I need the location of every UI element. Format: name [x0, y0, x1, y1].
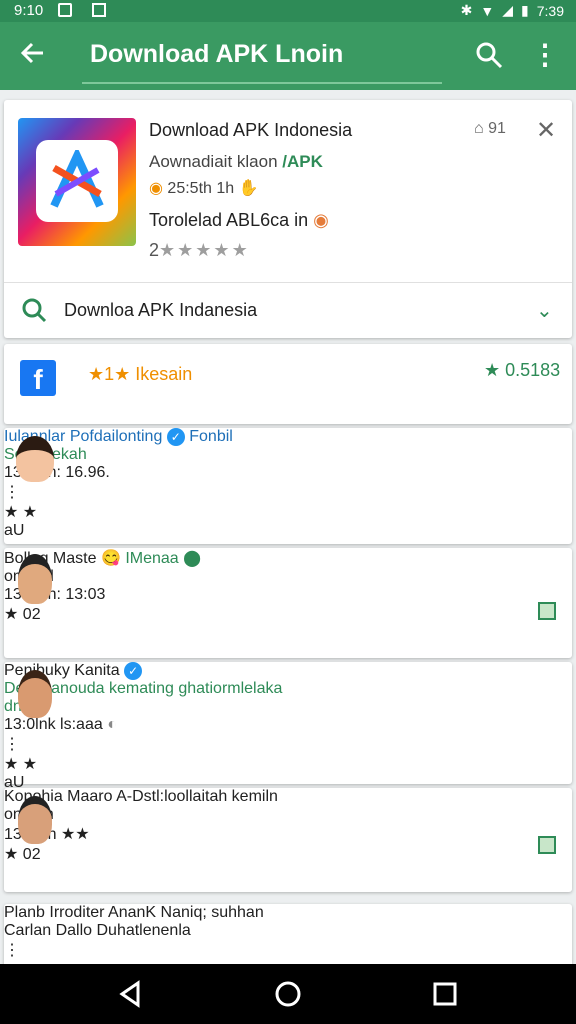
item-title: Planb Irroditer AnanK Naniq; suhhan — [4, 904, 264, 921]
clock-icon: ◐ — [107, 716, 117, 734]
bluetooth-icon: ✱ — [460, 2, 473, 18]
more-vert-icon[interactable]: ⋮ — [530, 38, 560, 72]
app-meta: ◉ 25:5th 1h ✋ — [149, 178, 259, 198]
item-time: 13:0lnk ls:aaa ◐ — [4, 716, 572, 734]
search-icon[interactable] — [472, 38, 506, 72]
developer-text: Torolelad ABL6ca in — [149, 210, 309, 230]
close-icon[interactable]: ✕ — [536, 116, 556, 145]
search-suggestion[interactable]: Downloa APK Indanesia — [64, 300, 257, 321]
app-meta-text: 25:5th 1h — [167, 180, 235, 197]
back-triangle-icon[interactable] — [116, 979, 146, 1009]
list-item[interactable]: Kopohia Maaro A-Dstl:loollaitah kemiln o… — [4, 788, 572, 892]
item-time: 13:0lnh: 13:03 — [4, 586, 106, 603]
developer-name: Torolelad ABL6ca in ◉ — [149, 210, 329, 231]
item-subtitle-2: dnids — [4, 698, 572, 716]
item-title: Bollag Maste 😋 IMenaa ⬤ — [4, 548, 572, 568]
item-time: 13:0lnh: 16.96. — [4, 464, 110, 482]
item-title: Iulannlar Pofdailonting ✓ Fonbil — [4, 428, 572, 446]
app-subtitle-text: Aownadiait klaon — [149, 152, 283, 171]
verified-icon: ✓ — [124, 662, 143, 680]
rating-stars: ★★★★★ — [159, 240, 250, 260]
verified-icon: ✓ — [166, 428, 185, 446]
recents-square-icon[interactable] — [430, 979, 460, 1009]
navigation-bar — [0, 964, 576, 1024]
app-subtitle: Aownadiait klaon /APK — [149, 152, 323, 172]
facebook-icon: f — [20, 360, 56, 396]
emoji-icon: 😋 — [100, 550, 121, 567]
clock-icon: ◉ — [149, 180, 163, 197]
search-row-icon[interactable] — [20, 296, 48, 324]
home-circle-icon[interactable] — [273, 979, 303, 1009]
facebook-label: ★1★ Ikesain — [88, 364, 193, 384]
store-badge: ⌂ 91 — [474, 120, 506, 137]
item-title-text: Bollag Maste — [4, 550, 97, 567]
divider — [4, 282, 572, 283]
back-arrow-icon[interactable] — [16, 36, 50, 70]
search-underline — [82, 82, 442, 84]
install-badge[interactable]: aU — [4, 522, 572, 540]
app-subtitle-apk: /APK — [282, 152, 323, 171]
item-title-extra: IMenaa — [125, 550, 179, 567]
list-item[interactable]: Iulannlar Pofdailonting ✓ Fonbil Solnlla… — [4, 428, 572, 544]
item-subtitle: onoAlh — [4, 806, 572, 824]
item-rating: ★ ★ — [4, 504, 38, 522]
status-time-right: 7:39 — [536, 2, 564, 19]
app-bar: Download APK Lnoin ⋮ — [0, 22, 576, 90]
item-rating: ★ 02 — [4, 606, 41, 623]
app-logo-icon — [18, 118, 136, 246]
status-bar: 9:10 ✱ ▼ ◢ ▮ 7:39 — [0, 0, 576, 22]
status-time-left: 9:10 — [14, 2, 44, 19]
notification-icon — [58, 3, 72, 17]
chevron-down-icon[interactable]: ⌄ — [536, 298, 553, 323]
item-title-text: Penibuky Kanita — [4, 662, 120, 680]
battery-icon: ▮ — [521, 2, 529, 18]
rating-number: 2 — [149, 240, 160, 260]
item-subtitle: onoAbl — [4, 568, 572, 586]
item-subtitle: Carlan Dallo Duhatlenenla — [4, 922, 191, 939]
item-subtitle: Deaghanouda kemating ghatiormlelaka — [4, 680, 283, 698]
item-time-text: 13:0lnk ls:aaa — [4, 716, 103, 734]
more-vert-icon[interactable]: ⋮ — [4, 482, 572, 502]
page-title[interactable]: Download APK Lnoin — [90, 40, 343, 69]
facebook-card[interactable]: f ★1★ Ikesain ★ 0.5183 — [4, 344, 572, 424]
item-subtitle: Solnllaekah — [4, 446, 572, 464]
image-icon[interactable] — [538, 602, 556, 620]
app-notification-icon — [92, 3, 106, 17]
list-item[interactable]: Bollag Maste 😋 IMenaa ⬤ onoAbl 13:0lnh: … — [4, 548, 572, 658]
app-rating: 2★★★★★ — [149, 240, 250, 261]
item-rating: ★ 02 — [4, 846, 41, 863]
app-name: Download APK Indonesia — [149, 120, 353, 140]
image-icon[interactable] — [538, 836, 556, 854]
featured-app-card[interactable]: Download APK Indonesia Aownadiait klaon … — [4, 100, 572, 338]
item-title-extra: Fonbil — [189, 428, 233, 446]
thumb-icon: ✋ — [238, 180, 259, 197]
developer-badge-icon: ◉ — [313, 210, 329, 230]
more-vert-icon[interactable]: ⋮ — [4, 940, 572, 960]
item-title: Kopohia Maaro A-Dstl:loollaitah kemiln — [4, 788, 278, 805]
list-item[interactable]: Penibuky Kanita ✓ Deaghanouda kemating g… — [4, 662, 572, 791]
wifi-icon: ▼ — [480, 2, 495, 19]
item-rating: ★ ★ — [4, 756, 38, 774]
item-title: Penibuky Kanita ✓ — [4, 662, 572, 680]
signal-icon: ◢ — [502, 2, 514, 18]
location-icon: ⬤ — [183, 550, 202, 567]
store-badge-count: 91 — [488, 120, 506, 137]
facebook-score: ★ 0.5183 — [484, 360, 561, 380]
item-time: 13:0lnh ★★ — [4, 826, 90, 843]
more-vert-icon[interactable]: ⋮ — [4, 734, 572, 754]
